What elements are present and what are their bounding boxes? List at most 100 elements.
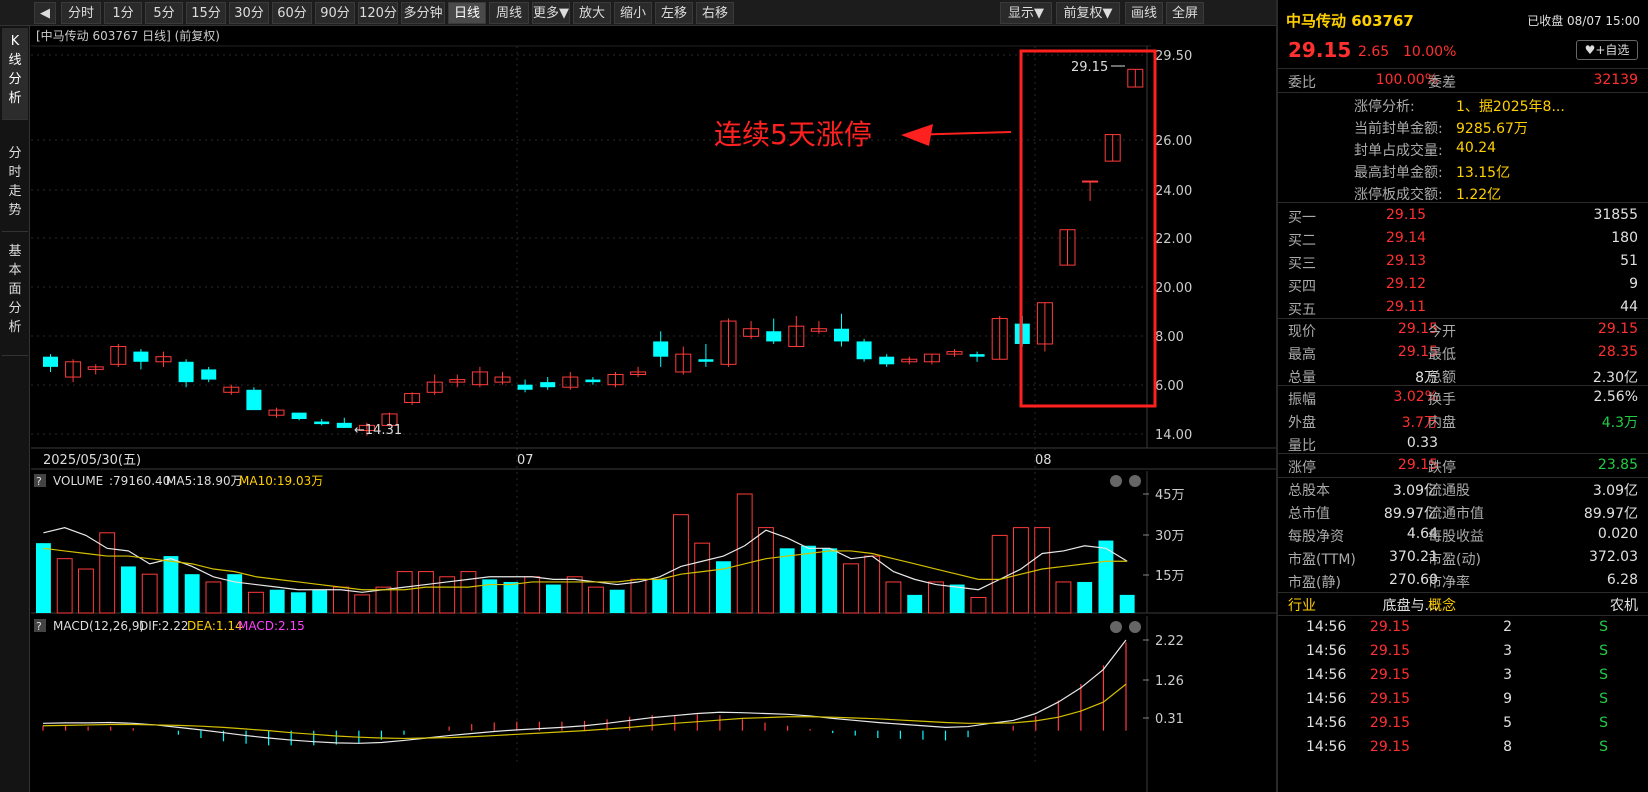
volume-bar-41 — [907, 594, 923, 613]
period-button-9[interactable]: 日线 — [448, 2, 486, 24]
stat-k2-1: 内盘 — [1428, 415, 1456, 431]
period-button-8[interactable]: 多分钟 — [401, 2, 445, 24]
back-icon[interactable]: ◀ — [34, 2, 56, 24]
quote-k2-2: 总额 — [1428, 370, 1456, 386]
stat-v2-1: 4.3万 — [1601, 415, 1638, 431]
candle-body-6 — [178, 361, 194, 383]
candle-9 — [246, 387, 262, 411]
limit-down-value: 23.85 — [1597, 457, 1638, 473]
fund-v2-3: 372.03 — [1589, 549, 1638, 565]
fund-k1-3: 市盈(TTM) — [1288, 552, 1356, 568]
period-button-2[interactable]: 5分 — [145, 2, 183, 24]
price-pct: 10.00% — [1403, 44, 1457, 60]
tick-volume-5: 8 — [1503, 739, 1512, 755]
divider-8 — [1278, 592, 1648, 593]
toolbar-right-button-0[interactable]: 显示▼ — [1000, 2, 1052, 24]
period-button-3[interactable]: 15分 — [186, 2, 226, 24]
volume-bar-4 — [121, 566, 136, 613]
limit-analysis-val-0: 1、据2025年8... — [1456, 99, 1565, 115]
quote-panel: 中马传动 603767 已收盘 08/07 15:00 29.15 2.65 10.00… — [1276, 0, 1648, 792]
period-button-12[interactable]: 放大 — [573, 2, 611, 24]
volume-bar-37 — [822, 548, 838, 613]
toolbar-right-button-2[interactable]: 画线 — [1125, 2, 1163, 24]
current-price: 29.15 — [1288, 38, 1352, 62]
tick-time-3: 14:56 — [1306, 691, 1347, 707]
kline-chart[interactable]: [中马传动 603767 日线] (前复权) 29.50 26.00 24.00 22.… — [31, 26, 1276, 792]
candle-body-7 — [201, 369, 217, 380]
period-button-13[interactable]: 缩小 — [614, 2, 652, 24]
limit-analysis-key-2: 封单占成交量: — [1354, 143, 1443, 159]
candle-body-46 — [1082, 180, 1099, 183]
bid-price-1: 29.14 — [1386, 230, 1427, 246]
concept-label: 概念 — [1428, 598, 1456, 614]
period-button-1[interactable]: 1分 — [104, 2, 142, 24]
period-button-11[interactable]: 更多▼ — [532, 2, 570, 24]
period-button-10[interactable]: 周线 — [489, 2, 529, 24]
volume-bar-7 — [184, 574, 200, 613]
divider-6 — [1278, 453, 1648, 454]
tick-time-0: 14:56 — [1306, 619, 1347, 635]
side-tab-0[interactable]: K线分析 — [2, 28, 28, 120]
bid-label-4: 买五 — [1288, 302, 1316, 318]
month-label-08: 08 — [1035, 453, 1052, 468]
macd-tick-2: 0.31 — [1155, 712, 1184, 727]
period-button-15[interactable]: 右移 — [696, 2, 734, 24]
volume-ma5: MA5:18.90万 — [166, 474, 243, 488]
quote-k2-0: 今开 — [1428, 324, 1456, 340]
volume-bar-13 — [312, 589, 328, 613]
tick-side-3: S — [1599, 691, 1608, 707]
volume-value: :79160.40 — [109, 474, 170, 488]
quote-v2-1: 28.35 — [1597, 344, 1638, 360]
candle-body-12 — [314, 421, 330, 425]
side-tab-2[interactable]: 基本面分析 — [2, 238, 28, 356]
side-tab-1[interactable]: 分时走势 — [2, 140, 28, 232]
period-button-0[interactable]: 分时 — [61, 2, 101, 24]
toolbar-right-button-3[interactable]: 全屏 — [1166, 2, 1204, 24]
fund-k1-0: 总股本 — [1288, 483, 1330, 499]
stock-name: 中马传动 603767 — [1286, 12, 1414, 30]
price-tick-7: 14.00 — [1155, 428, 1192, 443]
period-button-6[interactable]: 90分 — [315, 2, 355, 24]
price-tick-0: 29.50 — [1155, 49, 1192, 64]
volume-bar-49 — [1077, 581, 1093, 613]
macd-dif: DIF:2.22 — [139, 619, 189, 633]
volume-ma10: MA10:19.03万 — [239, 474, 323, 488]
quote-k1-0: 现价 — [1288, 324, 1316, 340]
bid-label-0: 买一 — [1288, 210, 1316, 226]
toolbar-right-button-1[interactable]: 前复权▼ — [1056, 2, 1120, 24]
volume-bar-27 — [609, 589, 625, 613]
period-button-5[interactable]: 60分 — [272, 2, 312, 24]
chart-title: [中马传动 603767 日线] (前复权) — [36, 28, 220, 43]
fund-k2-4: 市净率 — [1428, 575, 1470, 591]
period-button-7[interactable]: 120分 — [358, 2, 398, 24]
candle-body-29 — [698, 359, 714, 362]
candle-body-36 — [856, 341, 872, 360]
macd-tick-0: 2.22 — [1155, 634, 1184, 649]
price-tick-2: 24.00 — [1155, 184, 1192, 199]
high-label: 29.15 — [1071, 60, 1108, 75]
macd-tick-1: 1.26 — [1155, 674, 1184, 689]
volume-bar-36 — [801, 545, 816, 613]
period-button-4[interactable]: 30分 — [229, 2, 269, 24]
tick-price-3: 29.15 — [1369, 691, 1410, 707]
macd-gear-icon — [1110, 621, 1122, 633]
macd-dea: DEA:1.14 — [187, 619, 243, 633]
stat-v1-2: 0.33 — [1406, 435, 1438, 451]
divider-9 — [1278, 615, 1648, 616]
watch-button[interactable]: ♥+自选 — [1576, 40, 1638, 60]
volume-close-icon — [1129, 475, 1141, 487]
tick-side-0: S — [1599, 619, 1608, 635]
fund-v2-4: 6.28 — [1606, 572, 1638, 588]
period-button-14[interactable]: 左移 — [655, 2, 693, 24]
concept-value: 农机 — [1610, 598, 1638, 614]
price-change: 2.65 — [1358, 44, 1390, 60]
limit-analysis-key-1: 当前封单金额: — [1354, 121, 1443, 137]
bid-price-2: 29.13 — [1386, 253, 1427, 269]
volume-help-label: ? — [36, 475, 42, 488]
limit-analysis-val-4: 1.22亿 — [1456, 187, 1502, 203]
fund-v2-1: 89.97亿 — [1583, 506, 1638, 522]
stat-k2-0: 换手 — [1428, 392, 1456, 408]
period-toolbar: ◀ 分时 1分 5分 15分 30分 60分 90分 120分 多分钟 日线 周线 更多▼ 放大 缩小 左移右… — [0, 0, 1276, 26]
tick-price-5: 29.15 — [1369, 739, 1410, 755]
limit-analysis-val-3: 13.15亿 — [1456, 165, 1511, 181]
